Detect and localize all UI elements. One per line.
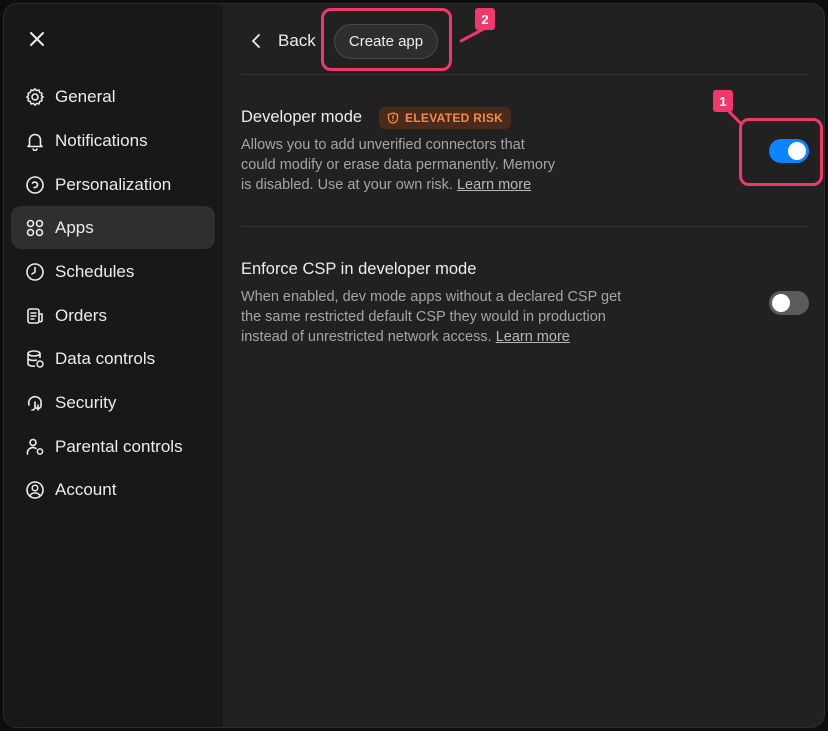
annotation-box-2 bbox=[321, 8, 452, 71]
sidebar-item-personalization[interactable]: Personalization bbox=[11, 163, 215, 206]
sidebar-item-label: Account bbox=[55, 479, 117, 499]
orders-icon bbox=[25, 306, 45, 326]
desc-line: When enabled, dev mode apps without a de… bbox=[241, 289, 622, 305]
desc-line: instead of unrestricted network access. … bbox=[241, 327, 621, 347]
annotation-box-1 bbox=[739, 118, 823, 186]
close-icon[interactable] bbox=[26, 28, 48, 50]
enforce-csp-description: When enabled, dev mode apps without a de… bbox=[241, 287, 621, 347]
clock-icon bbox=[25, 262, 45, 282]
apps-grid-icon bbox=[25, 218, 45, 238]
desc-line: the same restricted default CSP they wou… bbox=[241, 309, 606, 325]
badge-label: ELEVATED RISK bbox=[405, 111, 504, 125]
shield-icon bbox=[387, 112, 399, 124]
sidebar-item-schedules[interactable]: Schedules bbox=[11, 250, 215, 293]
sidebar: General Notifications Personalization Ap… bbox=[4, 4, 223, 727]
desc-line: could modify or erase data permanently. … bbox=[241, 157, 556, 173]
toggle-knob bbox=[772, 294, 790, 312]
annotation-marker-2: 2 bbox=[475, 8, 495, 30]
sidebar-item-label: Notifications bbox=[55, 130, 148, 150]
parental-icon bbox=[25, 437, 45, 457]
sidebar-item-label: Orders bbox=[55, 305, 107, 325]
back-label: Back bbox=[278, 31, 316, 50]
desc-text: instead of unrestricted network access. bbox=[241, 329, 496, 345]
desc-text: is disabled. Use at your own risk. bbox=[241, 177, 457, 193]
divider bbox=[241, 226, 808, 227]
sidebar-item-label: Data controls bbox=[55, 348, 156, 368]
account-icon bbox=[25, 480, 45, 500]
gear-icon bbox=[25, 87, 45, 107]
sidebar-item-account[interactable]: Account bbox=[11, 468, 215, 511]
learn-more-link[interactable]: Learn more bbox=[496, 329, 570, 345]
fingerprint-icon bbox=[25, 393, 45, 413]
sidebar-item-data-controls[interactable]: Data controls bbox=[11, 337, 215, 380]
developer-mode-description: Allows you to add unverified connectors … bbox=[241, 135, 555, 195]
sidebar-item-general[interactable]: General bbox=[11, 75, 215, 118]
sidebar-item-parental-controls[interactable]: Parental controls bbox=[11, 425, 215, 468]
bell-icon bbox=[25, 131, 45, 151]
elevated-risk-badge: ELEVATED RISK bbox=[379, 107, 512, 129]
sidebar-item-label: Security bbox=[55, 392, 117, 412]
sidebar-item-notifications[interactable]: Notifications bbox=[11, 119, 215, 162]
sidebar-item-label: Personalization bbox=[55, 174, 172, 194]
sidebar-item-apps[interactable]: Apps bbox=[11, 206, 215, 249]
database-icon bbox=[25, 349, 45, 369]
annotation-marker-1: 1 bbox=[713, 90, 733, 112]
divider bbox=[241, 74, 808, 75]
desc-line: is disabled. Use at your own risk. Learn… bbox=[241, 175, 555, 195]
sidebar-item-label: Schedules bbox=[55, 261, 135, 281]
sidebar-item-label: Apps bbox=[55, 217, 94, 237]
learn-more-link[interactable]: Learn more bbox=[457, 177, 531, 193]
sidebar-item-label: Parental controls bbox=[55, 436, 183, 456]
sidebar-item-orders[interactable]: Orders bbox=[11, 294, 215, 337]
enforce-csp-title: Enforce CSP in developer mode bbox=[241, 260, 477, 278]
settings-window: General Notifications Personalization Ap… bbox=[3, 3, 825, 728]
developer-mode-title: Developer mode bbox=[241, 108, 363, 126]
sidebar-item-security[interactable]: Security bbox=[11, 381, 215, 424]
sidebar-item-label: General bbox=[55, 86, 116, 106]
personalization-icon bbox=[25, 175, 45, 195]
chevron-left-icon bbox=[252, 34, 260, 48]
desc-line: Allows you to add unverified connectors … bbox=[241, 137, 525, 153]
back-button[interactable]: Back bbox=[248, 26, 316, 56]
enforce-csp-toggle[interactable] bbox=[769, 291, 809, 315]
